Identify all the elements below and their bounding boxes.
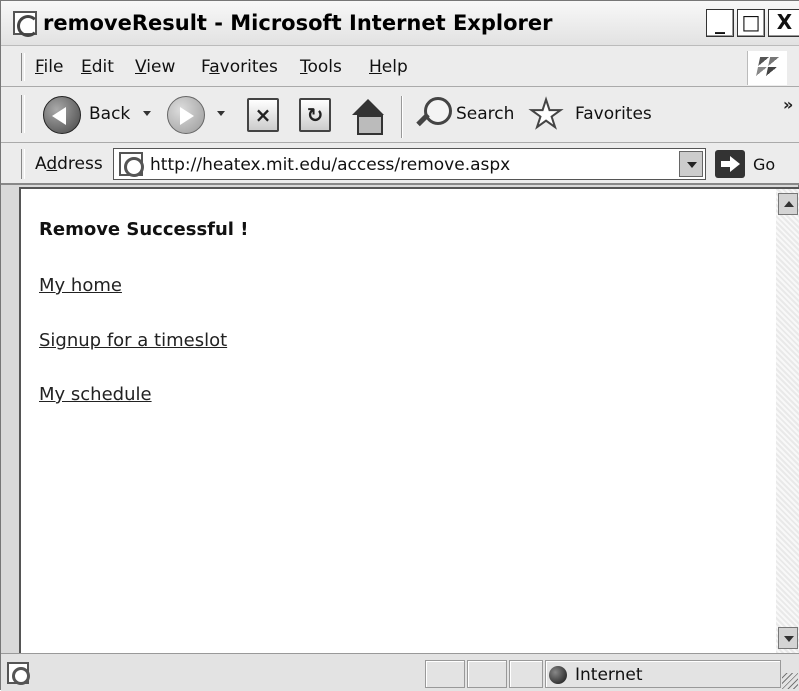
scroll-up-button[interactable] bbox=[778, 193, 798, 215]
page-content: Remove Successful ! My home Signup for a… bbox=[19, 187, 776, 653]
signup-timeslot-link[interactable]: Signup for a timeslot bbox=[39, 330, 227, 351]
vertical-scrollbar[interactable] bbox=[776, 187, 799, 653]
home-button[interactable] bbox=[349, 97, 387, 135]
menu-tools[interactable]: Tools bbox=[300, 57, 342, 77]
back-dropdown-icon[interactable] bbox=[143, 111, 151, 116]
go-arrow-icon[interactable] bbox=[715, 150, 745, 178]
status-bar: Internet bbox=[1, 653, 799, 691]
my-schedule-link[interactable]: My schedule bbox=[39, 384, 152, 405]
browser-window: removeResult - Microsoft Internet Explor… bbox=[0, 0, 799, 691]
standard-toolbar: Back bbox=[1, 87, 799, 143]
forward-arrow-icon bbox=[180, 107, 194, 125]
refresh-button[interactable]: ↻ bbox=[299, 98, 331, 132]
star-icon[interactable]: ★ bbox=[528, 94, 564, 134]
menu-favorites[interactable]: Favorites bbox=[201, 57, 278, 77]
menu-help[interactable]: Help bbox=[369, 57, 408, 77]
scroll-down-button[interactable] bbox=[778, 627, 798, 649]
toolbar-separator bbox=[401, 96, 403, 138]
menu-file[interactable]: File bbox=[35, 57, 63, 77]
menu-view[interactable]: View bbox=[135, 57, 175, 77]
search-button[interactable]: Search bbox=[456, 104, 514, 124]
status-pane bbox=[509, 660, 543, 688]
toolbar-grip[interactable] bbox=[21, 149, 25, 179]
address-url[interactable]: http://heatex.mit.edu/access/remove.aspx bbox=[150, 155, 510, 175]
toolbar-overflow-button[interactable]: » bbox=[783, 95, 793, 114]
address-label: Address bbox=[35, 154, 103, 174]
maximize-button[interactable]: □ bbox=[737, 9, 765, 37]
internet-globe-icon bbox=[549, 666, 567, 684]
title-bar[interactable]: removeResult - Microsoft Internet Explor… bbox=[1, 1, 799, 46]
forward-button[interactable] bbox=[167, 96, 205, 134]
search-icon[interactable] bbox=[416, 97, 452, 131]
favorites-button[interactable]: Favorites bbox=[575, 104, 652, 124]
go-button[interactable]: Go bbox=[753, 155, 775, 174]
ie-logo-icon[interactable] bbox=[13, 11, 39, 37]
menu-edit[interactable]: Edit bbox=[81, 57, 114, 77]
forward-dropdown-icon[interactable] bbox=[217, 111, 225, 116]
refresh-icon: ↻ bbox=[306, 103, 324, 127]
back-arrow-icon bbox=[52, 107, 66, 125]
resize-grip[interactable] bbox=[782, 673, 798, 689]
page-icon bbox=[119, 152, 144, 177]
minimize-button[interactable]: _ bbox=[706, 9, 734, 37]
windows-logo-icon bbox=[747, 51, 787, 85]
toolbar-grip[interactable] bbox=[21, 53, 25, 81]
stop-button[interactable]: × bbox=[247, 98, 279, 132]
close-button[interactable]: X bbox=[768, 9, 799, 37]
page-heading: Remove Successful ! bbox=[39, 219, 249, 240]
status-pane bbox=[425, 660, 465, 688]
status-pane bbox=[467, 660, 507, 688]
menu-bar: File Edit View Favorites Tools Help bbox=[1, 46, 799, 87]
zone-label: Internet bbox=[575, 665, 643, 685]
my-home-link[interactable]: My home bbox=[39, 275, 122, 296]
toolbar-grip[interactable] bbox=[21, 95, 25, 133]
window-title: removeResult - Microsoft Internet Explor… bbox=[43, 11, 553, 35]
stop-icon: × bbox=[254, 103, 272, 127]
back-button[interactable] bbox=[43, 96, 81, 134]
page-status-icon bbox=[7, 662, 30, 685]
address-dropdown-button[interactable] bbox=[679, 151, 703, 177]
address-input[interactable]: http://heatex.mit.edu/access/remove.aspx bbox=[113, 148, 706, 180]
address-bar: Address http://heatex.mit.edu/access/rem… bbox=[1, 143, 799, 185]
back-label[interactable]: Back bbox=[89, 104, 130, 124]
